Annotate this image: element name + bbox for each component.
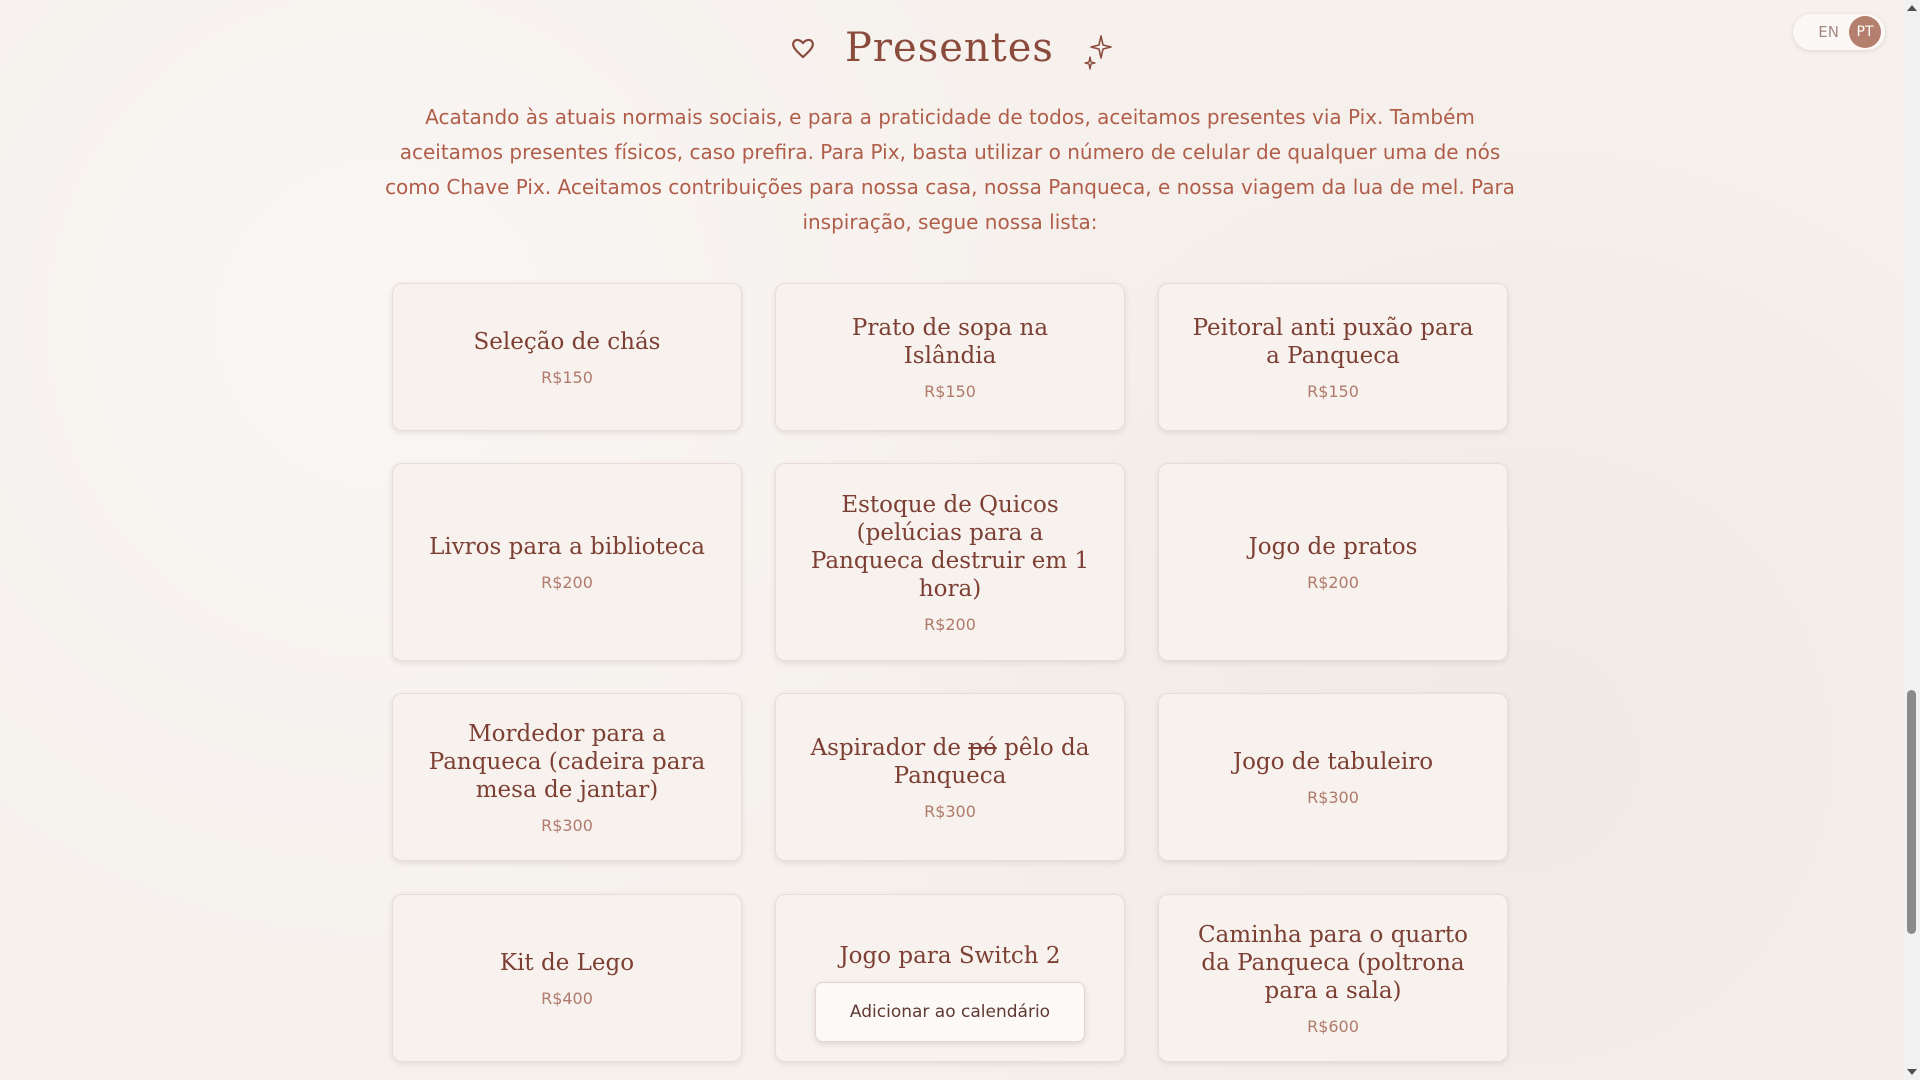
add-to-calendar-button[interactable]: Adicionar ao calendário <box>815 982 1085 1042</box>
gift-price: R$300 <box>924 801 976 821</box>
gift-price: R$200 <box>1307 572 1359 592</box>
gift-name: Peitoral anti puxão para a Panqueca <box>1192 314 1474 369</box>
gift-name: Aspirador de pó pêlo da Panqueca <box>806 734 1094 790</box>
gift-name: Livros para a biblioteca <box>429 533 705 560</box>
gift-card[interactable]: Mordedor para a Panqueca (cadeira para m… <box>392 693 742 861</box>
gift-price: R$600 <box>1307 1016 1359 1036</box>
heart-icon <box>789 34 817 62</box>
gift-price: R$300 <box>541 815 593 835</box>
gift-card[interactable]: Aspirador de pó pêlo da Panqueca R$300 <box>775 693 1125 861</box>
gift-card[interactable]: Kit de Lego R$400 <box>392 894 742 1062</box>
gift-name-prefix: Aspirador de <box>810 734 961 761</box>
gift-price: R$150 <box>924 381 976 401</box>
gift-card[interactable]: Jogo de tabuleiro R$300 <box>1158 693 1508 861</box>
gift-card[interactable]: Caminha para o quarto da Panqueca (poltr… <box>1158 894 1508 1062</box>
gift-price: R$200 <box>924 614 976 634</box>
gift-name: Estoque de Quicos (pelúcias para a Panqu… <box>810 491 1090 602</box>
gift-name: Jogo de tabuleiro <box>1232 748 1434 775</box>
scroll-thumb[interactable] <box>1907 690 1916 934</box>
gift-name: Kit de Lego <box>499 949 635 976</box>
gift-name-struck: pó <box>968 734 997 761</box>
gift-price: R$400 <box>541 988 593 1008</box>
section-header: Presentes <box>0 18 1903 78</box>
scroll-down-arrow-icon[interactable] <box>1907 1069 1917 1075</box>
gift-name: Prato de sopa na Islândia <box>851 314 1049 369</box>
gift-card[interactable]: Jogo para Switch 2 Adicionar ao calendár… <box>775 894 1125 1062</box>
language-switch: EN PT <box>1793 14 1885 50</box>
gift-card[interactable]: Seleção de chás R$150 <box>392 283 742 431</box>
intro-text: Acatando às atuais normais sociais, e pa… <box>385 105 1515 234</box>
gift-price: R$300 <box>1307 787 1359 807</box>
gift-name: Jogo para Switch 2 <box>839 943 1061 969</box>
gift-name: Seleção de chás <box>473 328 661 355</box>
gift-name: Caminha para o quarto da Panqueca (poltr… <box>1197 921 1469 1004</box>
gift-price: R$150 <box>541 367 593 387</box>
gift-price: R$150 <box>1307 381 1359 401</box>
gift-card[interactable]: Prato de sopa na Islândia R$150 <box>775 283 1125 431</box>
sparkle-icon <box>1082 33 1114 73</box>
language-en-button[interactable]: EN <box>1818 23 1839 41</box>
gift-card[interactable]: Jogo de pratos R$200 <box>1158 463 1508 661</box>
scroll-up-arrow-icon[interactable] <box>1907 5 1917 11</box>
page-title: Presentes <box>845 25 1054 71</box>
gift-card[interactable]: Livros para a biblioteca R$200 <box>392 463 742 661</box>
gift-name: Jogo de pratos <box>1248 533 1418 560</box>
gift-card[interactable]: Estoque de Quicos (pelúcias para a Panqu… <box>775 463 1125 661</box>
vertical-scrollbar[interactable] <box>1903 0 1920 1080</box>
gift-card[interactable]: Peitoral anti puxão para a Panqueca R$15… <box>1158 283 1508 431</box>
language-pt-button[interactable]: PT <box>1849 16 1881 48</box>
gift-price: R$200 <box>541 572 593 592</box>
gift-name: Mordedor para a Panqueca (cadeira para m… <box>428 720 706 803</box>
gifts-page: Presentes Acatando às atuais normais soc… <box>0 0 1903 1080</box>
